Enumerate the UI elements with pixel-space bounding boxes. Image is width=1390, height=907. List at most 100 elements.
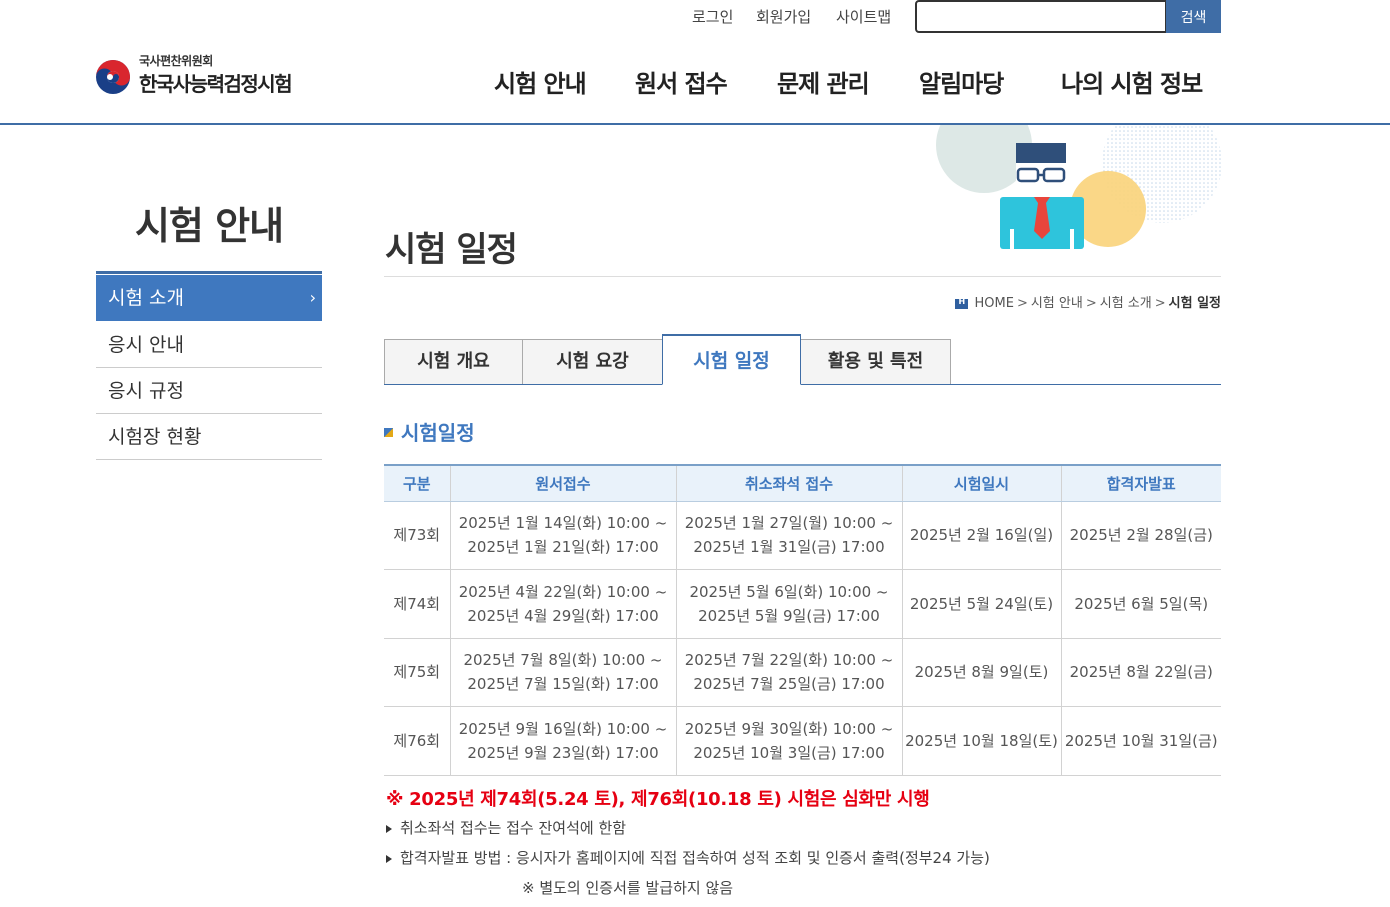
page-title: 시험 일정 xyxy=(385,230,518,270)
cancel-period-cell: 2025년 1월 27일(월) 10:00 ~ 2025년 1월 31일(금) 1… xyxy=(675,501,902,570)
period-start: 2025년 1월 27일(월) 10:00 ~ xyxy=(684,514,894,533)
sitemap-link[interactable]: 사이트맵 xyxy=(836,6,891,27)
lnb-item-rules[interactable]: 응시 규정 xyxy=(96,368,322,414)
lnb-item-apply-guide[interactable]: 응시 안내 xyxy=(96,322,322,368)
table-row: 제75회 2025년 7월 8일(화) 10:00 ~ 2025년 7월 15일(… xyxy=(384,638,1221,707)
lnb-item-label: 시험 소개 xyxy=(108,287,184,309)
chevron-right-icon: › xyxy=(309,288,316,307)
apply-period-cell: 2025년 9월 16일(화) 10:00 ~ 2025년 9월 23일(화) 1… xyxy=(449,706,676,776)
lnb-title: 시험 안내 xyxy=(134,204,284,248)
note-text: 합격자발표 방법 : 응시자가 홈페이지에 직접 접속하여 성적 조회 및 인증… xyxy=(400,849,990,867)
period-end: 2025년 7월 25일(금) 17:00 xyxy=(693,675,885,694)
round-cell: 제73회 xyxy=(384,501,450,570)
exam-date-cell: 2025년 10월 18일(토) xyxy=(901,706,1061,776)
login-link[interactable]: 로그인 xyxy=(692,6,733,27)
lnb-item-label: 응시 안내 xyxy=(108,334,184,356)
column-header: 취소좌석 접수 xyxy=(675,464,902,502)
result-date-cell: 2025년 10월 31일(금) xyxy=(1060,706,1221,776)
period-start: 2025년 1월 14일(화) 10:00 ~ xyxy=(458,514,668,533)
period-end: 2025년 1월 21일(화) 17:00 xyxy=(467,538,659,557)
gnb-notice-board[interactable]: 알림마당 xyxy=(919,64,1004,99)
lnb-item-exam-intro[interactable]: 시험 소개 › xyxy=(96,275,322,321)
person-illustration xyxy=(936,125,1222,249)
note-text: 취소좌석 접수는 접수 잔여석에 한함 xyxy=(400,819,627,837)
period-end: 2025년 1월 31일(금) 17:00 xyxy=(693,538,885,557)
section-title: 시험일정 xyxy=(384,417,475,446)
cancel-period-cell: 2025년 7월 22일(화) 10:00 ~ 2025년 7월 25일(금) 1… xyxy=(675,638,902,707)
breadcrumb: HOME>시험 안내>시험 소개>시험 일정 xyxy=(955,292,1221,311)
gnb-question-management[interactable]: 문제 관리 xyxy=(777,64,870,99)
column-header: 시험일시 xyxy=(901,464,1061,502)
apply-period-cell: 2025년 4월 22일(화) 10:00 ~ 2025년 4월 29일(화) 1… xyxy=(449,569,676,639)
result-date-cell: 2025년 8월 22일(금) xyxy=(1060,638,1221,707)
gnb-application[interactable]: 원서 접수 xyxy=(635,64,728,99)
deep-level-notice: ※ 2025년 제74회(5.24 토), 제76회(10.18 토) 시험은 … xyxy=(386,789,930,810)
column-header: 원서접수 xyxy=(449,464,676,502)
lnb-divider xyxy=(96,271,322,274)
apply-period-cell: 2025년 7월 8일(화) 10:00 ~ 2025년 7월 15일(화) 17… xyxy=(449,638,676,707)
breadcrumb-separator-icon: > xyxy=(1085,296,1097,311)
logo-subtitle: 국사편찬위원회 xyxy=(139,54,213,68)
breadcrumb-exam-guide[interactable]: 시험 안내 xyxy=(1031,296,1083,311)
table-row: 제73회 2025년 1월 14일(화) 10:00 ~ 2025년 1월 21일… xyxy=(384,501,1221,570)
period-start: 2025년 9월 30일(화) 10:00 ~ xyxy=(684,719,894,738)
schedule-table: 구분 원서접수 취소좌석 접수 시험일시 합격자발표 제73회 2025년 1월… xyxy=(384,464,1221,776)
utility-bar: 로그인 회원가입 사이트맵 검색 xyxy=(0,0,1390,34)
period-start: 2025년 4월 22일(화) 10:00 ~ xyxy=(458,582,668,601)
exam-date-cell: 2025년 5월 24일(토) xyxy=(901,569,1061,639)
gnb-my-exam-info[interactable]: 나의 시험 정보 xyxy=(1061,64,1203,99)
result-date-cell: 2025년 6월 5일(목) xyxy=(1060,569,1221,639)
period-end: 2025년 9월 23일(화) 17:00 xyxy=(467,743,659,762)
period-start: 2025년 9월 16일(화) 10:00 ~ xyxy=(458,719,668,738)
tab-overview[interactable]: 시험 개요 xyxy=(384,339,523,384)
note-result-method: 합격자발표 방법 : 응시자가 홈페이지에 직접 접속하여 성적 조회 및 인증… xyxy=(386,847,990,868)
cancel-period-cell: 2025년 9월 30일(화) 10:00 ~ 2025년 10월 3일(금) 1… xyxy=(675,706,902,776)
period-end: 2025년 7월 15일(화) 17:00 xyxy=(467,675,659,694)
site-logo[interactable]: 국사편찬위원회 한국사능력검정시험 xyxy=(95,52,335,100)
exam-date-cell: 2025년 2월 16일(일) xyxy=(901,501,1061,570)
exam-date-cell: 2025년 8월 9일(토) xyxy=(901,638,1061,707)
column-header: 구분 xyxy=(384,464,450,502)
round-cell: 제74회 xyxy=(384,569,450,639)
breadcrumb-home[interactable]: HOME xyxy=(974,296,1013,311)
square-bullet-icon xyxy=(384,428,393,437)
round-cell: 제75회 xyxy=(384,638,450,707)
tab-requirements[interactable]: 시험 요강 xyxy=(522,339,663,384)
search-button[interactable]: 검색 xyxy=(1166,0,1221,33)
period-start: 2025년 7월 22일(화) 10:00 ~ xyxy=(684,651,894,670)
period-end: 2025년 5월 9일(금) 17:00 xyxy=(698,606,880,625)
period-start: 2025년 5월 6일(화) 10:00 ~ xyxy=(689,582,889,601)
home-icon xyxy=(955,297,969,309)
cancel-period-cell: 2025년 5월 6일(화) 10:00 ~ 2025년 5월 9일(금) 17:… xyxy=(675,569,902,639)
breadcrumb-exam-intro[interactable]: 시험 소개 xyxy=(1100,296,1152,311)
table-row: 제76회 2025년 9월 16일(화) 10:00 ~ 2025년 9월 23일… xyxy=(384,706,1221,776)
column-header: 합격자발표 xyxy=(1060,464,1221,502)
note-no-certificate: ※ 별도의 인증서를 발급하지 않음 xyxy=(522,879,734,897)
note-cancel-seat: 취소좌석 접수는 접수 잔여석에 한함 xyxy=(386,817,626,838)
signup-link[interactable]: 회원가입 xyxy=(756,6,811,27)
gnb-exam-guide[interactable]: 시험 안내 xyxy=(494,64,587,99)
logo-title: 한국사능력검정시험 xyxy=(139,72,293,96)
search-input[interactable] xyxy=(915,0,1167,33)
breadcrumb-separator-icon: > xyxy=(1154,296,1166,311)
lnb-item-label: 시험장 현황 xyxy=(108,426,202,448)
table-header-row: 구분 원서접수 취소좌석 접수 시험일시 합격자발표 xyxy=(384,464,1221,502)
lnb-item-venues[interactable]: 시험장 현황 xyxy=(96,414,322,460)
tab-benefits[interactable]: 활용 및 특전 xyxy=(800,339,951,384)
apply-period-cell: 2025년 1월 14일(화) 10:00 ~ 2025년 1월 21일(화) 1… xyxy=(449,501,676,570)
breadcrumb-separator-icon: > xyxy=(1016,296,1028,311)
period-start: 2025년 7월 8일(화) 10:00 ~ xyxy=(463,651,663,670)
title-divider xyxy=(384,276,1221,277)
section-title-text: 시험일정 xyxy=(401,421,475,445)
breadcrumb-current: 시험 일정 xyxy=(1168,296,1221,311)
table-row: 제74회 2025년 4월 22일(화) 10:00 ~ 2025년 4월 29일… xyxy=(384,569,1221,639)
lnb-item-label: 응시 규정 xyxy=(108,380,184,402)
triangle-bullet-icon xyxy=(386,854,392,863)
period-end: 2025년 10월 3일(금) 17:00 xyxy=(693,743,885,762)
triangle-bullet-icon xyxy=(386,824,392,833)
period-end: 2025년 4월 29일(화) 17:00 xyxy=(467,606,659,625)
result-date-cell: 2025년 2월 28일(금) xyxy=(1060,501,1221,570)
tabs-divider xyxy=(384,384,1221,385)
round-cell: 제76회 xyxy=(384,706,450,776)
tab-schedule[interactable]: 시험 일정 xyxy=(662,334,801,385)
